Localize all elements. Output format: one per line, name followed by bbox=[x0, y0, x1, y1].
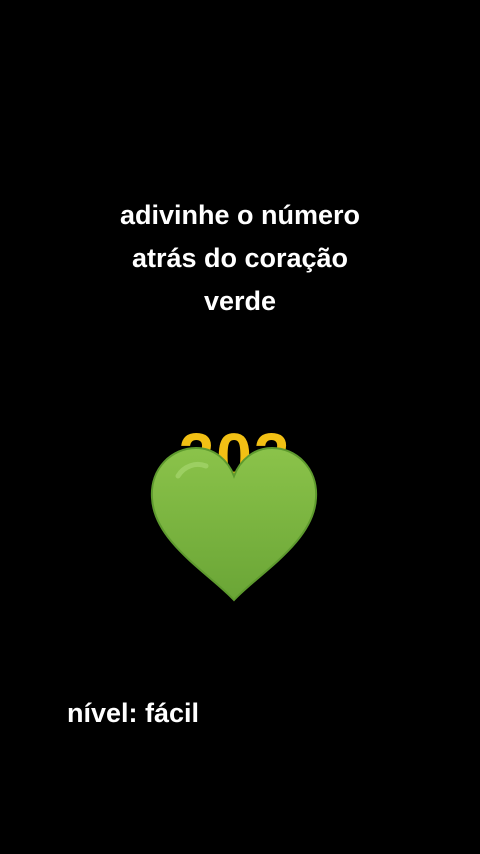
difficulty-level: nível: fácil bbox=[67, 698, 200, 728]
prompt-line-3: verde bbox=[203, 286, 277, 316]
hidden-number-puzzle: 202 bbox=[145, 418, 325, 608]
prompt-text: adivinhe o número atrás do coração verde bbox=[0, 194, 480, 323]
prompt-line-2: atrás do coração bbox=[131, 243, 349, 273]
green-heart-icon bbox=[150, 446, 318, 602]
video-frame: adivinhe o número atrás do coração verde… bbox=[0, 0, 480, 854]
prompt-line-1: adivinhe o número bbox=[119, 200, 361, 230]
